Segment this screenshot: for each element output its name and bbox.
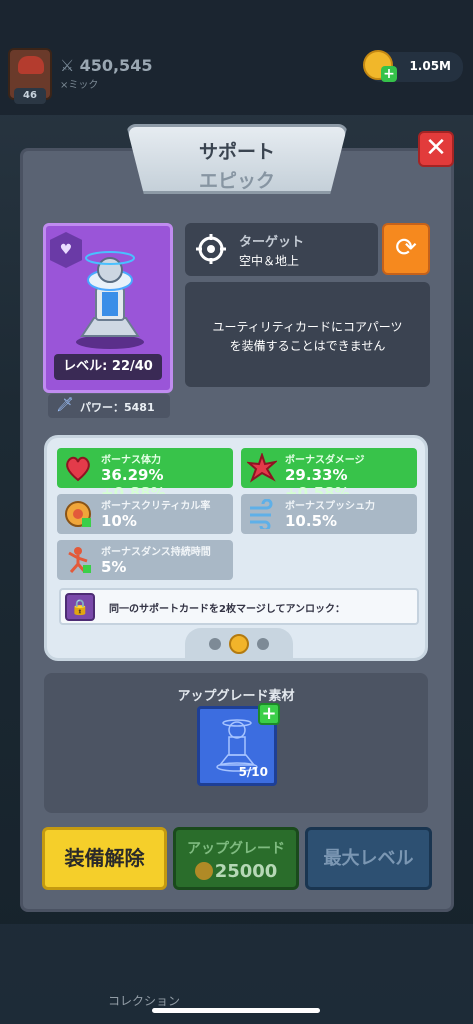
support-card[interactable]: ♥ レベル: 22/40 xyxy=(43,223,173,393)
turret-art-icon xyxy=(76,251,144,349)
crosshair-icon xyxy=(196,234,226,264)
add-coins-icon[interactable]: + xyxy=(381,66,397,82)
bonus-stats-panel: ボーナス体力 36.29% +0.88% ボーナスダメージ 29.33% +0.… xyxy=(44,435,428,661)
target-label: ターゲット xyxy=(239,235,305,250)
swap-button[interactable]: ⟳ xyxy=(382,223,430,275)
card-level-label: レベル: 22/40 xyxy=(54,354,162,380)
page-dot[interactable] xyxy=(257,638,269,650)
add-material-icon[interactable]: + xyxy=(258,703,280,725)
coin-counter[interactable]: + 1.05M xyxy=(363,50,463,82)
stat-label: ボーナス体力 xyxy=(101,455,161,466)
refresh-icon: ⟳ xyxy=(395,233,417,263)
stat-label: ボーナスクリティカル率 xyxy=(101,501,211,512)
page-dot-active[interactable] xyxy=(229,634,249,654)
material-count: 5/10 xyxy=(238,765,268,779)
notice-line-1: ユーティリティカードにコアパーツ xyxy=(212,320,403,334)
dance-figure-icon xyxy=(68,547,91,573)
stat-label: ボーナスダメージ xyxy=(285,455,365,466)
upgrade-cost: 25000 xyxy=(176,861,296,882)
hud-top-bar: 46 ⚔ 450,545 ×ミック + 1.05M xyxy=(0,0,473,115)
max-level-button[interactable]: 最大レベル xyxy=(305,827,432,890)
player-sub-label: ×ミック xyxy=(60,80,99,91)
stat-bonus-critical: ボーナスクリティカル率 10% xyxy=(57,494,233,534)
critical-target-icon xyxy=(65,501,91,527)
unlock-text: 同一のサポートカードを2枚マージしてアンロック： xyxy=(109,604,346,615)
stat-value: 5% xyxy=(101,558,127,576)
sword-icon: ⚔ xyxy=(60,56,75,75)
close-button[interactable]: ✕ xyxy=(418,131,454,167)
stat-value: 10% xyxy=(101,512,137,530)
notice-text: ユーティリティカードにコアパーツ を装備することはできません xyxy=(197,318,418,356)
heart-icon xyxy=(66,456,90,482)
page-indicator xyxy=(185,628,293,660)
coin-value: 1.05M xyxy=(409,59,451,73)
player-power: ⚔ 450,545 xyxy=(60,56,152,75)
stat-bonus-dance: ボーナスダンス持続時間 5% xyxy=(57,540,233,580)
modal-title: サポート xyxy=(198,141,275,163)
modal-rarity: エピック xyxy=(198,170,275,192)
coin-icon xyxy=(194,862,213,880)
materials-title: アップグレード素材 xyxy=(177,689,295,704)
unlock-requirement: 🔒 同一のサポートカードを2枚マージしてアンロック： xyxy=(59,588,419,625)
close-icon: ✕ xyxy=(425,133,447,163)
stat-value: 10.5% xyxy=(285,512,338,530)
core-parts-notice: ユーティリティカードにコアパーツ を装備することはできません xyxy=(185,282,430,387)
upgrade-materials-panel: アップグレード素材 + 5/10 xyxy=(44,673,428,813)
lock-icon: 🔒 xyxy=(65,593,95,621)
upgrade-label: アップグレード xyxy=(187,841,285,857)
stat-label: ボーナスプッシュ力 xyxy=(285,501,375,512)
page-dot[interactable] xyxy=(209,638,221,650)
stat-label: ボーナスダンス持続時間 xyxy=(101,547,211,558)
stat-bonus-hp: ボーナス体力 36.29% +0.88% xyxy=(57,448,233,502)
notice-line-2: を装備することはできません xyxy=(229,339,386,353)
target-info: ターゲット 空中＆地上 xyxy=(185,223,378,276)
player-level-badge: 46 xyxy=(14,88,46,104)
nav-collection-label[interactable]: コレクション xyxy=(108,992,180,1009)
target-value: 空中＆地上 xyxy=(239,254,300,268)
material-slot[interactable]: + 5/10 xyxy=(197,703,280,786)
unequip-button[interactable]: 装備解除 xyxy=(42,827,167,890)
home-indicator[interactable] xyxy=(152,1008,320,1013)
sword-icon: 🗡 xyxy=(56,397,74,413)
player-power-value: 450,545 xyxy=(79,56,153,75)
damage-burst-icon xyxy=(247,453,277,483)
modal-title-tab: サポート エピック xyxy=(126,124,348,194)
upgrade-button[interactable]: アップグレード 25000 xyxy=(173,827,299,890)
stat-bonus-damage: ボーナスダメージ 29.33% +0.58% xyxy=(241,448,417,502)
wind-push-icon xyxy=(250,499,273,529)
stat-bonus-push: ボーナスプッシュ力 10.5% xyxy=(241,494,417,534)
card-power: 🗡 パワー：5481 xyxy=(48,394,170,418)
card-power-label: パワー：5481 xyxy=(80,401,155,414)
